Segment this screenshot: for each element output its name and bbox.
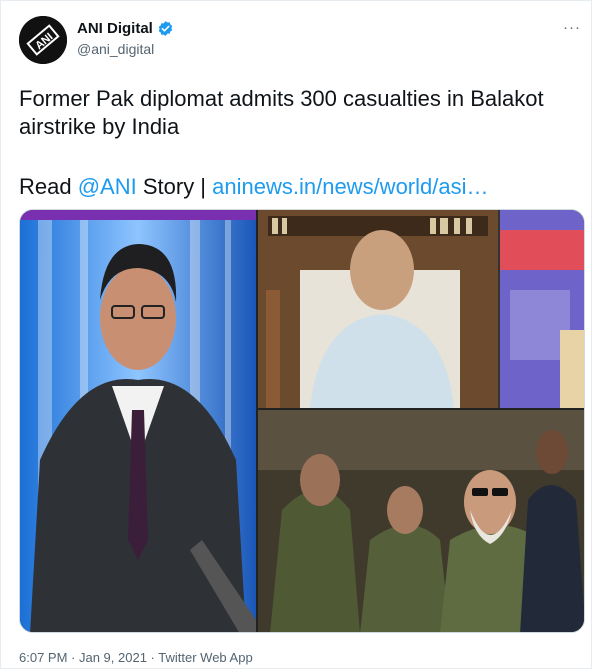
- read-story-line: Read @ANI Story | aninews.in/news/world/…: [19, 173, 488, 201]
- read-prefix: Read: [19, 174, 78, 199]
- news-collage-image-icon: [20, 210, 584, 632]
- more-options-icon[interactable]: ···: [563, 19, 581, 36]
- tweet-body: Former Pak diplomat admits 300 casualtie…: [19, 86, 544, 139]
- name-row: ANI Digital: [77, 20, 174, 37]
- verified-badge-icon: [158, 21, 173, 36]
- tweet-media-image[interactable]: [19, 209, 585, 633]
- ani-logo-icon: ANI: [19, 16, 67, 64]
- tweet-card: ANI ANI Digital @ani_digital ··· Former …: [0, 0, 592, 669]
- tweet-source: Twitter Web App: [158, 650, 253, 665]
- display-name[interactable]: ANI Digital: [77, 20, 153, 37]
- tweet-text: Former Pak diplomat admits 300 casualtie…: [19, 85, 579, 141]
- avatar[interactable]: ANI: [19, 16, 67, 64]
- tweet-time[interactable]: 6:07 PM: [19, 650, 67, 665]
- tweet-date[interactable]: Jan 9, 2021: [79, 650, 147, 665]
- article-link[interactable]: aninews.in/news/world/asi…: [212, 174, 488, 199]
- tweet-footer: 6:07 PM · Jan 9, 2021 · Twitter Web App: [19, 650, 253, 665]
- footer-separator: ·: [67, 650, 79, 665]
- handle[interactable]: @ani_digital: [77, 41, 154, 57]
- mention-link[interactable]: @ANI: [78, 174, 137, 199]
- story-word: Story |: [136, 174, 213, 199]
- footer-separator: ·: [146, 650, 159, 665]
